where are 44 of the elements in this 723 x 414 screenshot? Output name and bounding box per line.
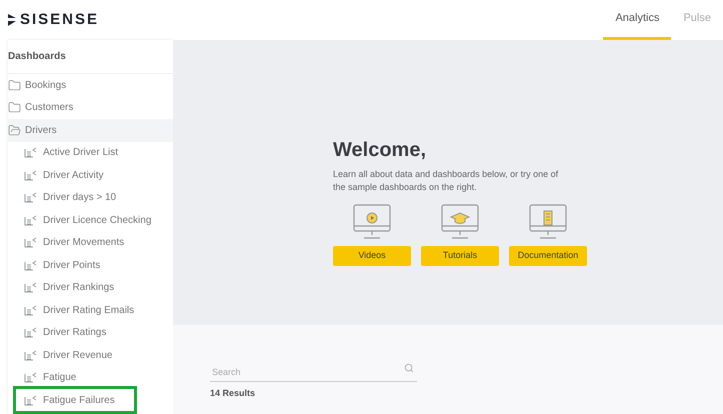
- dashboard-icon: [24, 237, 38, 248]
- dashboard-item[interactable]: Active Driver List: [16, 142, 126, 164]
- dashboard-icon: [24, 304, 38, 316]
- folder-item[interactable]: Drivers: [8, 119, 173, 142]
- monitor-icon: [352, 204, 392, 240]
- dashboard-icon: [24, 282, 38, 294]
- dashboard-icon: [24, 170, 38, 181]
- dashboard-icon: [24, 147, 38, 158]
- dashboard-item[interactable]: Fatigue: [16, 366, 84, 389]
- dashboard-item[interactable]: Driver Licence Checking: [16, 209, 160, 232]
- folder-item[interactable]: Bookings: [8, 74, 173, 96]
- search-icon: [404, 363, 414, 373]
- results-count: 14 Results: [210, 387, 256, 400]
- resource-button[interactable]: Tutorials: [421, 246, 499, 266]
- resource-button[interactable]: Documentation: [509, 246, 587, 266]
- dashboard-icon: [24, 350, 38, 361]
- nav-tab[interactable]: Pulse: [671, 0, 723, 40]
- dashboard-item[interactable]: Driver Points: [16, 254, 108, 276]
- search-field[interactable]: Search: [210, 364, 417, 382]
- folder-icon: [8, 78, 21, 92]
- folder-item[interactable]: Customers: [8, 96, 173, 119]
- dashboard-icon: [24, 214, 38, 226]
- dashboard-icon: [24, 327, 38, 338]
- dashboard-item[interactable]: Driver Rating Emails: [16, 299, 142, 322]
- dashboard-item[interactable]: Driver Ratings: [16, 322, 114, 344]
- folder-icon: [8, 101, 21, 114]
- dashboard-item[interactable]: Driver Activity: [16, 164, 112, 186]
- dashboard-item[interactable]: Driver Revenue: [16, 344, 120, 366]
- monitor-icon: [440, 204, 480, 240]
- dashboard-icon: [24, 372, 38, 384]
- dashboard-item[interactable]: Driver days > 10: [16, 186, 124, 209]
- resource-button[interactable]: Videos: [333, 246, 411, 266]
- monitor-icon: [528, 204, 568, 240]
- welcome-text: Learn all about data and dashboards below, or try one of the sample dashboards on the right.: [333, 168, 560, 194]
- dashboard-icon: [24, 394, 38, 406]
- dashboard-icon: [24, 192, 38, 204]
- dashboard-item[interactable]: Driver Movements: [16, 232, 132, 254]
- dashboard-item[interactable]: Driver Rankings: [16, 276, 122, 299]
- logo-mark-icon: [8, 14, 17, 26]
- logo-text: SISENSE: [20, 10, 100, 30]
- dashboard-item[interactable]: Fatigue Failures: [16, 389, 134, 412]
- folder-icon: [8, 124, 21, 137]
- dashboard-icon: [24, 260, 38, 271]
- welcome-title: Welcome,: [333, 138, 427, 163]
